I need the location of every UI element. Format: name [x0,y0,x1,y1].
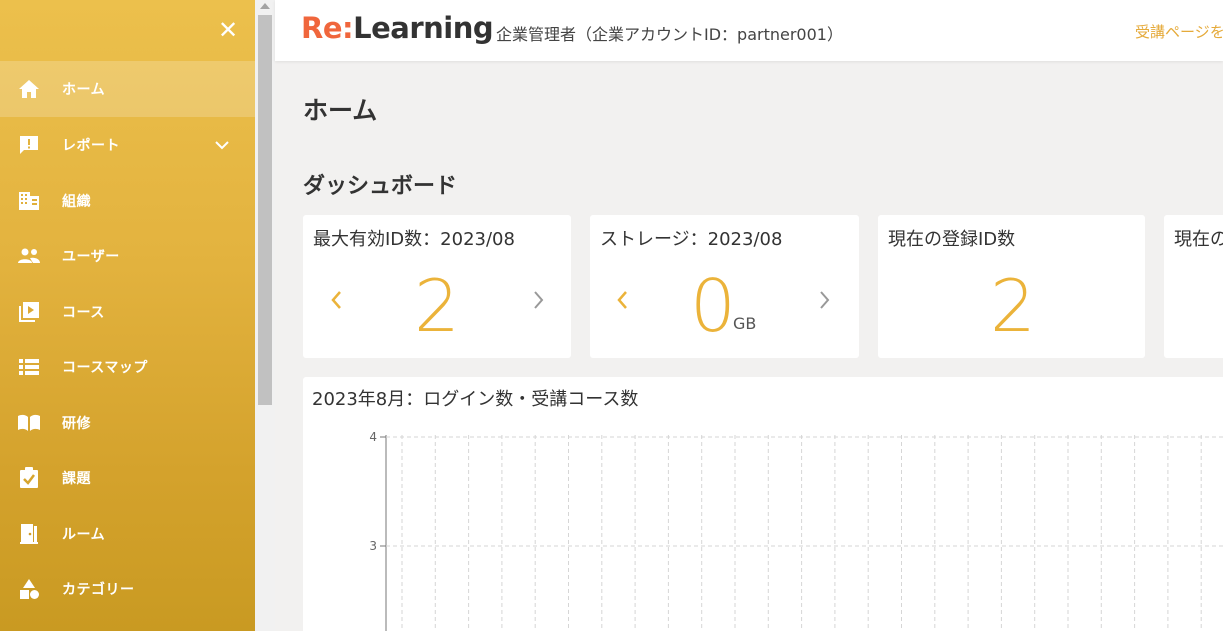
card-title: 現在の登録ID数 [888,229,1016,250]
sidebar-item-report[interactable]: レポート [0,117,255,173]
home-icon [17,77,41,101]
users-icon [17,244,41,268]
report-icon [17,133,41,157]
organization-icon [17,189,41,213]
room-icon [17,522,41,546]
logo-suffix: Learning [353,11,494,45]
sidebar-item-label: ホーム [62,82,106,98]
registered-id-card: 現在の登録ID数 2 [878,215,1145,358]
sidebar-item-home[interactable]: ホーム [0,61,255,117]
section-title: ダッシュボード [303,174,458,199]
current-card: 現在の [1164,215,1223,358]
sidebar-item-label: カテゴリー [62,582,135,598]
max-id-card: 最大有効ID数：2023/08 2 [303,215,571,358]
sidebar-item-users[interactable]: ユーザー [0,228,255,284]
sidebar-item-assignment[interactable]: 課題 [0,450,255,506]
sidebar-item-label: ユーザー [62,249,120,265]
login-chart: 43 [369,430,1223,631]
sidebar-item-label: 課題 [62,471,91,487]
login-chart-card: 2023年8月：ログイン数・受講コース数 43 [303,377,1223,631]
sidebar-item-label: コースマップ [62,360,148,376]
top-header: Re:Learning 企業管理者（企業アカウントID：partner001） … [275,0,1223,61]
sidebar: ✕ ホーム レポート 組織 ユーザー コース コースマップ 研修 課題 ルーム … [0,0,255,631]
prev-month-icon[interactable] [328,289,344,311]
next-month-icon[interactable] [817,289,833,311]
training-icon [17,411,41,435]
card-title: 現在の [1174,229,1223,250]
sidebar-scrollbar[interactable] [255,0,275,631]
sidebar-item-course-map[interactable]: コースマップ [0,339,255,395]
assignment-icon [17,466,41,490]
learner-page-link[interactable]: 受講ページを [1135,21,1223,42]
account-info: 企業管理者（企業アカウントID：partner001） [496,25,843,44]
card-value: 2 [414,264,460,348]
sidebar-item-label: ルーム [62,527,106,543]
chevron-down-icon[interactable] [212,135,232,155]
logo-prefix: Re: [301,11,354,45]
card-value: 2 [990,264,1036,348]
y-tick-label: 4 [369,430,377,444]
card-title: ストレージ：2023/08 [600,229,783,250]
sidebar-item-label: 研修 [62,416,91,432]
sidebar-item-label: 組織 [62,194,91,210]
sidebar-item-room[interactable]: ルーム [0,506,255,562]
sidebar-item-course[interactable]: コース [0,284,255,340]
y-tick-label: 3 [369,539,377,553]
course-map-icon [17,355,41,379]
sidebar-item-organization[interactable]: 組織 [0,173,255,229]
card-title: 最大有効ID数：2023/08 [313,229,515,250]
card-value: 0 [690,264,736,348]
app-logo[interactable]: Re:Learning [301,11,494,45]
sidebar-header: ✕ [0,0,255,61]
next-month-icon[interactable] [531,289,547,311]
sidebar-item-label: レポート [62,138,120,154]
scroll-thumb[interactable] [258,15,272,405]
sidebar-item-training[interactable]: 研修 [0,395,255,451]
sidebar-item-label: コース [62,305,105,321]
category-icon [17,577,41,601]
close-icon[interactable]: ✕ [217,17,239,43]
course-icon [17,300,41,324]
page-title: ホーム [303,96,378,125]
storage-card: ストレージ：2023/08 0 GB [590,215,859,358]
card-unit: GB [733,314,757,333]
prev-month-icon[interactable] [614,289,630,311]
scroll-up-arrow-icon[interactable] [260,3,270,9]
sidebar-item-category[interactable]: カテゴリー [0,561,255,617]
